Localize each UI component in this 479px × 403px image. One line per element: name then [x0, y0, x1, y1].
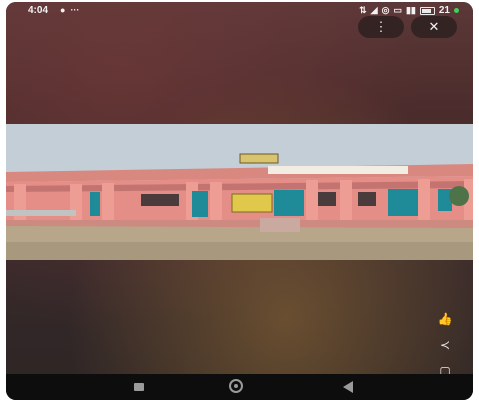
status-bar: 4:04 ● ··· ⇅ ◢ ◎ ▭ ▮▮ 21 — [6, 2, 473, 20]
close-icon: ✕ — [428, 19, 440, 34]
like-icon: 👍 — [437, 312, 453, 326]
status-left-icons: ● ··· — [60, 5, 79, 16]
volte-icon: ▭ — [393, 5, 402, 15]
share-button[interactable]: ≺ — [434, 335, 456, 355]
back-button[interactable] — [343, 381, 353, 393]
status-right-icons: ⇅ ◢ ◎ ▭ ▮▮ 21 — [359, 5, 459, 16]
status-time: 4:04 — [28, 5, 49, 16]
battery-level: 21 — [438, 5, 450, 16]
notice-board — [231, 193, 273, 213]
door — [274, 190, 304, 216]
close-button[interactable]: ✕ — [411, 16, 457, 38]
location-icon: ◢ — [370, 5, 378, 15]
battery-charging-dot — [454, 8, 459, 13]
signal-icon: ▮▮ — [405, 5, 416, 15]
like-button[interactable]: 👍 — [434, 309, 456, 329]
school-building-photo — [6, 124, 473, 260]
menu-icon: ⋮ — [374, 19, 388, 34]
hotspot-icon: ◎ — [381, 5, 390, 15]
menu-button[interactable]: ⋮ — [358, 16, 404, 38]
chat-icon: ● — [60, 5, 66, 15]
door — [90, 192, 100, 216]
data-icon: ⇅ — [359, 5, 367, 15]
share-icon: ≺ — [439, 338, 451, 352]
door — [192, 191, 208, 217]
window — [358, 192, 376, 206]
roof-sign — [239, 153, 279, 164]
navigation-bar — [6, 374, 473, 400]
phone-screen: 4:04 ● ··· ⇅ ◢ ◎ ▭ ▮▮ 21 ⋮ ✕ 👍 ≺ ▢ — [6, 2, 473, 400]
recents-button[interactable] — [134, 383, 144, 391]
window — [318, 192, 336, 206]
window — [141, 194, 179, 206]
parapet-banner — [268, 166, 408, 174]
viewed-photo[interactable] — [6, 124, 473, 260]
more-dots-icon: ··· — [70, 5, 80, 15]
tree — [449, 186, 469, 206]
battery-icon — [419, 6, 435, 15]
home-button[interactable] — [229, 379, 243, 393]
steps — [260, 218, 300, 232]
door — [388, 189, 418, 216]
image-viewer: 4:04 ● ··· ⇅ ◢ ◎ ▭ ▮▮ 21 ⋮ ✕ 👍 ≺ ▢ — [6, 2, 473, 378]
